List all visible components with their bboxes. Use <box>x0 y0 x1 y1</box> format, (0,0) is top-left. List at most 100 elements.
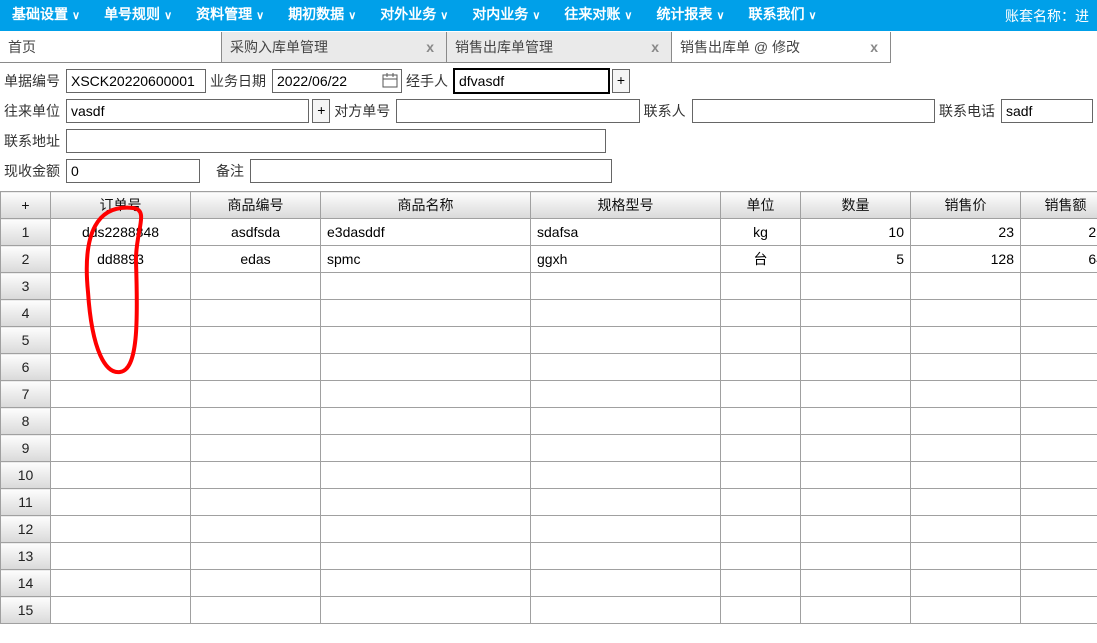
cell-name[interactable] <box>321 570 531 597</box>
cell-unit[interactable] <box>721 273 801 300</box>
cell-code[interactable] <box>191 516 321 543</box>
cell-price[interactable] <box>911 435 1021 462</box>
cell-qty[interactable] <box>801 300 911 327</box>
cell-unit[interactable] <box>721 516 801 543</box>
cell-amount[interactable] <box>1021 300 1097 327</box>
cell-unit[interactable] <box>721 327 801 354</box>
cell-price[interactable] <box>911 570 1021 597</box>
cell-name[interactable] <box>321 435 531 462</box>
cell-order-no[interactable]: dds2288848 <box>51 219 191 246</box>
cell-spec[interactable] <box>531 570 721 597</box>
cell-amount[interactable] <box>1021 489 1097 516</box>
cell-spec[interactable] <box>531 408 721 435</box>
tab-close-button[interactable]: x <box>422 39 438 55</box>
menu-item-1[interactable]: 单号规则∨ <box>92 0 184 31</box>
cell-unit[interactable] <box>721 300 801 327</box>
cell-order-no[interactable] <box>51 543 191 570</box>
table-row[interactable]: 9 <box>1 435 1097 462</box>
cell-unit[interactable] <box>721 462 801 489</box>
cell-unit[interactable] <box>721 543 801 570</box>
cell-code[interactable] <box>191 597 321 624</box>
cell-unit[interactable] <box>721 597 801 624</box>
cell-spec[interactable] <box>531 435 721 462</box>
table-row[interactable]: 11 <box>1 489 1097 516</box>
cell-unit[interactable] <box>721 354 801 381</box>
cell-spec[interactable]: sdafsa <box>531 219 721 246</box>
cell-unit[interactable] <box>721 489 801 516</box>
cell-code[interactable] <box>191 354 321 381</box>
cell-name[interactable] <box>321 543 531 570</box>
handler-picker-button[interactable]: + <box>612 69 630 93</box>
cell-amount[interactable] <box>1021 462 1097 489</box>
cell-price[interactable]: 23 <box>911 219 1021 246</box>
cell-qty[interactable] <box>801 597 911 624</box>
cell-name[interactable] <box>321 489 531 516</box>
cell-order-no[interactable] <box>51 273 191 300</box>
menu-item-4[interactable]: 对外业务∨ <box>368 0 460 31</box>
cell-amount[interactable] <box>1021 354 1097 381</box>
menu-item-0[interactable]: 基础设置∨ <box>0 0 92 31</box>
cell-code[interactable] <box>191 327 321 354</box>
cell-price[interactable] <box>911 381 1021 408</box>
cell-price[interactable] <box>911 354 1021 381</box>
tab-close-button[interactable]: x <box>647 39 663 55</box>
cell-qty[interactable]: 5 <box>801 246 911 273</box>
cell-code[interactable] <box>191 273 321 300</box>
cell-order-no[interactable] <box>51 354 191 381</box>
col-name[interactable]: 商品名称 <box>321 192 531 219</box>
cell-name[interactable]: spmc <box>321 246 531 273</box>
cell-order-no[interactable] <box>51 435 191 462</box>
cell-code[interactable] <box>191 462 321 489</box>
cell-spec[interactable] <box>531 354 721 381</box>
cell-unit[interactable]: kg <box>721 219 801 246</box>
table-row[interactable]: 6 <box>1 354 1097 381</box>
cell-qty[interactable] <box>801 570 911 597</box>
cell-amount[interactable] <box>1021 516 1097 543</box>
cell-order-no[interactable] <box>51 516 191 543</box>
cell-unit[interactable] <box>721 435 801 462</box>
col-spec[interactable]: 规格型号 <box>531 192 721 219</box>
cell-unit[interactable] <box>721 570 801 597</box>
cell-spec[interactable]: ggxh <box>531 246 721 273</box>
grid-add-row-button[interactable]: + <box>1 192 51 219</box>
table-row[interactable]: 15 <box>1 597 1097 624</box>
cell-price[interactable] <box>911 462 1021 489</box>
cell-order-no[interactable] <box>51 300 191 327</box>
tab-close-button[interactable]: x <box>866 39 882 55</box>
tab-purchase-in[interactable]: 采购入库单管理 x <box>222 32 447 63</box>
cell-qty[interactable] <box>801 408 911 435</box>
phone-input[interactable] <box>1001 99 1093 123</box>
cell-qty[interactable] <box>801 273 911 300</box>
cell-qty[interactable] <box>801 516 911 543</box>
cell-amount[interactable] <box>1021 381 1097 408</box>
cell-order-no[interactable] <box>51 327 191 354</box>
cell-spec[interactable] <box>531 489 721 516</box>
cell-order-no[interactable] <box>51 570 191 597</box>
cell-price[interactable] <box>911 327 1021 354</box>
menu-item-7[interactable]: 统计报表∨ <box>644 0 736 31</box>
table-row[interactable]: 3 <box>1 273 1097 300</box>
menu-item-8[interactable]: 联系我们∨ <box>737 0 829 31</box>
col-code[interactable]: 商品编号 <box>191 192 321 219</box>
cell-price[interactable] <box>911 543 1021 570</box>
cell-order-no[interactable]: dd8893 <box>51 246 191 273</box>
col-qty[interactable]: 数量 <box>801 192 911 219</box>
cell-order-no[interactable] <box>51 597 191 624</box>
table-row[interactable]: 5 <box>1 327 1097 354</box>
contact-input[interactable] <box>692 99 935 123</box>
their-no-input[interactable] <box>396 99 639 123</box>
cell-name[interactable] <box>321 273 531 300</box>
cell-amount[interactable] <box>1021 408 1097 435</box>
cell-price[interactable] <box>911 489 1021 516</box>
tab-sales-out[interactable]: 销售出库单管理 x <box>447 32 672 63</box>
col-unit[interactable]: 单位 <box>721 192 801 219</box>
cell-order-no[interactable] <box>51 408 191 435</box>
cell-amount[interactable] <box>1021 597 1097 624</box>
cell-name[interactable] <box>321 300 531 327</box>
cell-unit[interactable] <box>721 408 801 435</box>
partner-picker-button[interactable]: + <box>312 99 330 123</box>
cell-unit[interactable]: 台 <box>721 246 801 273</box>
cell-qty[interactable] <box>801 327 911 354</box>
cell-name[interactable] <box>321 408 531 435</box>
handler-input[interactable] <box>454 69 609 93</box>
